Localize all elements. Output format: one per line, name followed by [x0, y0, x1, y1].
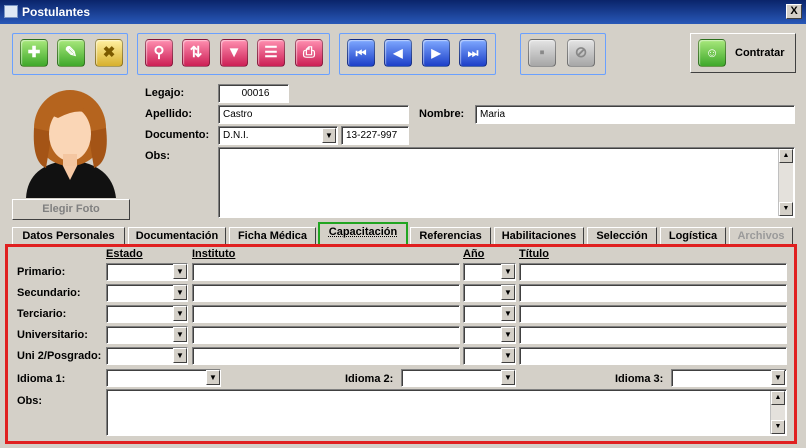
delete-button[interactable]: ✖	[95, 39, 123, 67]
idioma3-label: Idioma 3:	[615, 373, 664, 385]
nombre-field[interactable]: Maria	[475, 105, 795, 124]
documento-type-dropdown-icon[interactable]: ▼	[322, 128, 336, 143]
scroll-up-icon[interactable]: ▲	[779, 149, 793, 163]
idioma2-select[interactable]	[401, 369, 516, 387]
contratar-button[interactable]: ☺ Contratar	[690, 33, 796, 73]
header-anio: Año	[463, 248, 485, 260]
capacitacion-obs-label: Obs:	[17, 395, 43, 407]
instituto-field[interactable]	[192, 347, 460, 365]
legajo-field[interactable]: 00016	[218, 84, 289, 103]
titulo-field[interactable]	[519, 305, 787, 323]
edit-button[interactable]: ✎	[57, 39, 85, 67]
row-label: Primario:	[17, 266, 66, 278]
search-button[interactable]: ⚲	[145, 39, 173, 67]
instituto-field[interactable]	[192, 284, 460, 302]
estado-dropdown-icon[interactable]: ▼	[173, 285, 187, 300]
first-record-button[interactable]: ⏮	[347, 39, 375, 67]
obs-scrollbar[interactable]: ▲ ▼	[778, 149, 793, 216]
header-instituto: Instituto	[192, 248, 236, 260]
anio-dropdown-icon[interactable]: ▼	[501, 348, 515, 363]
title-bar: Postulantes X	[0, 0, 806, 24]
estado-dropdown-icon[interactable]: ▼	[173, 348, 187, 363]
anio-dropdown-icon[interactable]: ▼	[501, 327, 515, 342]
tab-capacitacion[interactable]: Capacitación	[318, 222, 408, 244]
idioma2-dropdown-icon[interactable]: ▼	[501, 370, 515, 385]
estado-dropdown-icon[interactable]: ▼	[173, 327, 187, 342]
anio-dropdown-icon[interactable]: ▼	[501, 306, 515, 321]
next-record-button[interactable]: ▶	[422, 39, 450, 67]
add-button[interactable]: ✚	[20, 39, 48, 67]
idioma3-dropdown-icon[interactable]: ▼	[771, 370, 785, 385]
row-label: Uni 2/Posgrado:	[17, 350, 102, 362]
education-row-universitario: Universitario: ▼ ▼	[0, 325, 806, 345]
estado-dropdown-icon[interactable]: ▼	[173, 306, 187, 321]
anio-dropdown-icon[interactable]: ▼	[501, 285, 515, 300]
avatar-icon	[26, 90, 116, 198]
education-row-terciario: Terciario: ▼ ▼	[0, 304, 806, 324]
report-button[interactable]: ☰	[257, 39, 285, 67]
choose-photo-button[interactable]: Elegir Foto	[12, 199, 130, 220]
previous-record-button[interactable]: ◀	[384, 39, 412, 67]
save-button[interactable]: ▪	[528, 39, 556, 67]
instituto-field[interactable]	[192, 305, 460, 323]
obs-textarea[interactable]	[218, 147, 795, 218]
titulo-field[interactable]	[519, 284, 787, 302]
apellido-field[interactable]: Castro	[218, 105, 409, 124]
cancel-button[interactable]: ⊘	[567, 39, 595, 67]
instituto-field[interactable]	[192, 326, 460, 344]
row-label: Terciario:	[17, 308, 67, 320]
window-title: Postulantes	[22, 5, 91, 19]
idioma1-dropdown-icon[interactable]: ▼	[206, 370, 220, 385]
titulo-field[interactable]	[519, 347, 787, 365]
documento-type-select[interactable]: D.N.I.	[218, 126, 338, 145]
last-record-button[interactable]: ⏭	[459, 39, 487, 67]
estado-dropdown-icon[interactable]: ▼	[173, 264, 187, 279]
idioma1-select[interactable]	[106, 369, 221, 387]
contratar-label: Contratar	[735, 47, 785, 59]
documento-number-field[interactable]: 13-227-997	[341, 126, 409, 145]
tab-capacitacion-label: Capacitación	[328, 226, 398, 238]
scroll-down-icon[interactable]: ▼	[779, 202, 793, 216]
idioma2-label: Idioma 2:	[345, 373, 394, 385]
idioma1-label: Idioma 1:	[17, 373, 66, 385]
close-button[interactable]: X	[786, 4, 802, 19]
education-row-primario: Primario: ▼ ▼	[0, 262, 806, 282]
legajo-label: Legajo:	[145, 87, 185, 99]
header-titulo: Título	[519, 248, 549, 260]
titulo-field[interactable]	[519, 326, 787, 344]
row-label: Universitario:	[17, 329, 88, 341]
print-button[interactable]: ⎙	[295, 39, 323, 67]
sort-button[interactable]: ⇅	[182, 39, 210, 67]
idioma3-select[interactable]	[671, 369, 787, 387]
nombre-label: Nombre:	[419, 108, 465, 120]
capacitacion-obs-textarea[interactable]	[106, 389, 787, 436]
row-label: Secundario:	[17, 287, 81, 299]
filter-button[interactable]: ▼	[220, 39, 248, 67]
scroll-up-icon[interactable]: ▲	[771, 391, 785, 405]
education-row-secundario: Secundario: ▼ ▼	[0, 283, 806, 303]
obs-label: Obs:	[145, 150, 171, 162]
instituto-field[interactable]	[192, 263, 460, 281]
apellido-label: Apellido:	[145, 108, 193, 120]
add-user-icon: ☺	[698, 39, 726, 67]
education-row-posgrado: Uni 2/Posgrado: ▼ ▼	[0, 346, 806, 366]
scroll-down-icon[interactable]: ▼	[771, 420, 785, 434]
app-icon	[4, 5, 18, 18]
anio-dropdown-icon[interactable]: ▼	[501, 264, 515, 279]
capacitacion-obs-scrollbar[interactable]: ▲ ▼	[770, 391, 785, 434]
documento-label: Documento:	[145, 129, 210, 141]
photo-frame	[12, 84, 130, 198]
titulo-field[interactable]	[519, 263, 787, 281]
header-estado: Estado	[106, 248, 143, 260]
